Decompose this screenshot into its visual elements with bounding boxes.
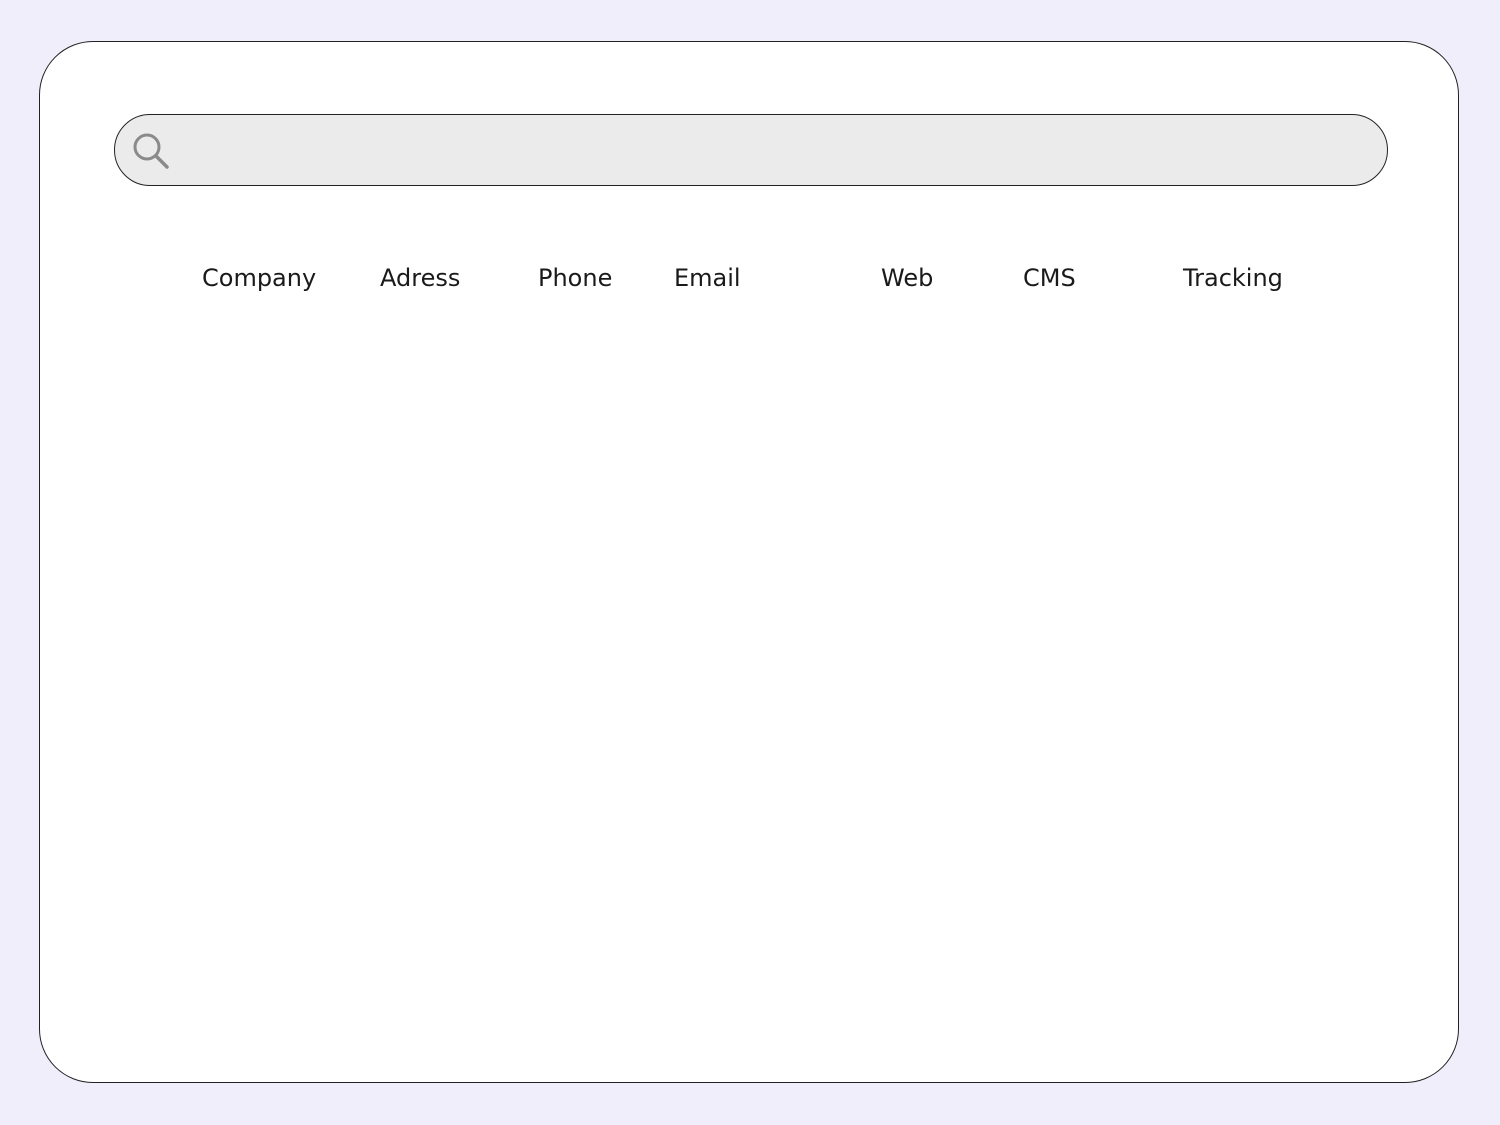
column-header-cms[interactable]: CMS (1023, 260, 1076, 296)
search-icon (131, 131, 171, 171)
column-header-email[interactable]: Email (674, 260, 741, 296)
column-header-adress[interactable]: Adress (380, 260, 460, 296)
column-header-tracking[interactable]: Tracking (1183, 260, 1283, 296)
column-header-web[interactable]: Web (881, 260, 933, 296)
search-bar[interactable] (114, 114, 1388, 186)
column-header-company[interactable]: Company (202, 260, 316, 296)
main-window: Company Adress Phone Email Web CMS Track… (39, 41, 1459, 1083)
search-input[interactable] (185, 125, 1369, 177)
column-header-phone[interactable]: Phone (538, 260, 612, 296)
